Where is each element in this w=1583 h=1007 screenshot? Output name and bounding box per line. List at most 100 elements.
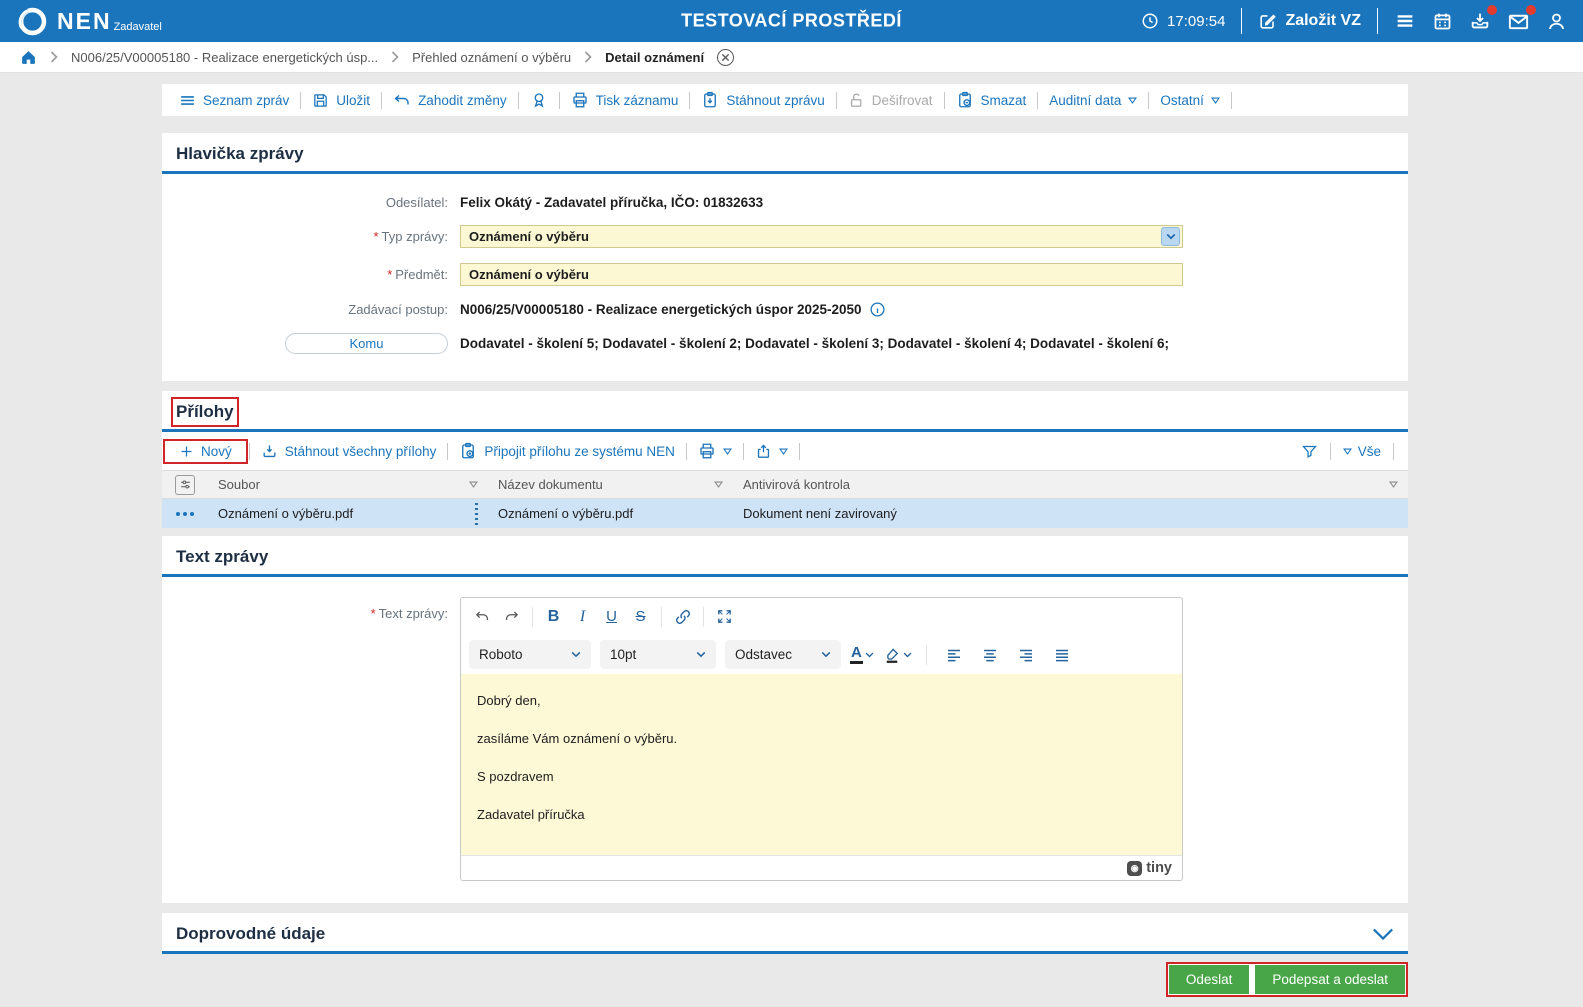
print-attachments-button[interactable] — [687, 442, 743, 460]
breadcrumb-item-procedure[interactable]: N006/25/V00005180 - Realizace energetick… — [71, 50, 378, 65]
divider — [925, 644, 927, 665]
divider — [661, 606, 662, 627]
align-center-icon[interactable] — [977, 641, 1004, 668]
odeslat-button[interactable]: Odeslat — [1168, 965, 1250, 994]
chevron-down-icon[interactable] — [865, 652, 874, 658]
section-title-text-zpravy: Text zprávy — [176, 547, 269, 566]
printer-icon — [698, 442, 716, 460]
messages-button[interactable] — [1507, 4, 1536, 33]
editor-paragraph: S pozdravem — [477, 769, 554, 784]
align-left-icon[interactable] — [941, 641, 968, 668]
column-header-soubor[interactable]: Soubor — [218, 477, 260, 492]
font-size-select[interactable]: 10pt — [600, 640, 716, 669]
strikethrough-icon[interactable]: S — [627, 603, 654, 630]
italic-icon[interactable]: I — [569, 603, 596, 630]
printer-icon — [571, 91, 589, 109]
rich-text-editor: B I U S Roboto 10pt Odstavec A Dobrý den… — [460, 597, 1183, 881]
calendar-button[interactable] — [1432, 11, 1453, 32]
nen-logo[interactable]: NEN Zadavatel — [16, 5, 162, 38]
smazat-button[interactable]: Smazat — [945, 91, 1038, 109]
editor-content[interactable]: Dobrý den, zasíláme Vám oznámení o výběr… — [461, 674, 1182, 855]
undo-icon[interactable] — [469, 603, 496, 630]
auditni-data-button[interactable]: Auditní data — [1038, 93, 1148, 108]
save-icon — [312, 92, 329, 109]
text-color-button[interactable]: A — [850, 645, 874, 664]
divider — [532, 606, 533, 627]
stahnout-vsechny-button[interactable]: Stáhnout všechny přílohy — [250, 443, 448, 460]
field-odesilatel: Odesílatel: Felix Okátý - Zadavatel přír… — [162, 195, 1408, 210]
menu-button[interactable] — [1394, 10, 1416, 32]
typ-zpravy-label: Typ zprávy: — [162, 229, 460, 244]
block-format-select[interactable]: Odstavec — [725, 640, 841, 669]
user-button[interactable] — [1546, 11, 1567, 32]
share-icon — [755, 443, 772, 460]
award-button[interactable] — [519, 91, 559, 109]
row-menu-icon[interactable] — [176, 511, 194, 516]
breadcrumb-item-overview[interactable]: Přehled oznámení o výběru — [412, 50, 571, 65]
caret-down-icon[interactable] — [1389, 481, 1398, 488]
zalozit-vz-button[interactable]: Založit VZ — [1258, 12, 1361, 31]
caret-down-icon[interactable] — [714, 481, 723, 488]
tisk-zaznamu-button[interactable]: Tisk záznamu — [560, 91, 690, 109]
inbox-button[interactable] — [1469, 5, 1497, 32]
divider — [1393, 442, 1394, 460]
calendar-icon — [1432, 11, 1453, 32]
divider — [1377, 8, 1378, 34]
editor-toolbar-2: Roboto 10pt Odstavec A — [461, 635, 1182, 674]
table-row[interactable]: Oznámení o výběru.pdf Oznámení o výběru.… — [162, 499, 1408, 528]
zadavaci-postup-label: Zadávací postup: — [348, 302, 448, 317]
breadcrumb: N006/25/V00005180 - Realizace energetick… — [0, 42, 1583, 73]
tiny-brand[interactable]: ◉ tiny — [1127, 860, 1172, 876]
zahodit-zmeny-button[interactable]: Zahodit změny — [382, 91, 518, 109]
caret-down-icon[interactable] — [469, 481, 478, 488]
filter-vse-button[interactable]: Vše — [1342, 444, 1381, 459]
chevron-down-icon — [696, 651, 706, 658]
divider — [1329, 442, 1331, 460]
font-family-select[interactable]: Roboto — [469, 640, 591, 669]
underline-icon[interactable]: U — [598, 603, 625, 630]
hamburger-icon — [1394, 10, 1416, 32]
sliders-icon[interactable] — [175, 474, 195, 495]
cell-soubor[interactable]: Oznámení o výběru.pdf — [218, 506, 353, 521]
podepsat-a-odeslat-button[interactable]: Podepsat a odeslat — [1255, 965, 1405, 994]
ulozit-button[interactable]: Uložit — [301, 92, 381, 109]
redo-icon[interactable] — [498, 603, 525, 630]
footer-actions: Odeslat Podepsat a odeslat — [162, 962, 1408, 997]
prilohy-toolbar: Nový Stáhnout všechny přílohy Připojit p… — [162, 432, 1408, 470]
typ-zpravy-select[interactable]: Oznámení o výběru — [460, 225, 1183, 248]
stahnout-zpravu-button[interactable]: Stáhnout zprávu — [690, 91, 835, 109]
chevron-down-icon[interactable] — [1372, 927, 1394, 941]
caret-down-icon — [1210, 97, 1220, 104]
highlight-color-button[interactable] — [883, 646, 912, 664]
fullscreen-icon[interactable] — [711, 603, 738, 630]
bold-icon[interactable]: B — [540, 603, 567, 630]
section-doprovodne-udaje: Doprovodné údaje — [162, 913, 1408, 954]
chevron-down-icon[interactable] — [903, 652, 912, 658]
ostatni-button[interactable]: Ostatní — [1149, 93, 1231, 108]
inbox-badge — [1487, 5, 1497, 15]
seznam-zprav-button[interactable]: Seznam zpráv — [168, 92, 300, 109]
column-header-nazev[interactable]: Název dokumentu — [498, 477, 603, 492]
chevron-down-icon[interactable] — [1161, 227, 1180, 246]
pripojit-prilohu-button[interactable]: Připojit přílohu ze systému NEN — [448, 442, 686, 460]
editor-paragraph: Dobrý den, — [477, 693, 541, 708]
info-icon[interactable] — [869, 301, 886, 318]
tiny-logo-icon: ◉ — [1127, 860, 1143, 876]
chevron-right-icon — [391, 51, 399, 63]
download-tray-icon — [261, 443, 278, 460]
odesilatel-value: Felix Okátý - Zadavatel příručka, IČO: 0… — [460, 195, 764, 210]
filter-icon[interactable] — [1301, 443, 1318, 460]
align-right-icon[interactable] — [1013, 641, 1040, 668]
clock: 17:09:54 — [1141, 12, 1225, 30]
predmet-input[interactable] — [460, 263, 1183, 286]
close-circle-icon[interactable] — [717, 48, 735, 66]
link-icon[interactable] — [669, 603, 696, 630]
novy-button[interactable]: Nový — [163, 438, 248, 464]
column-header-antivir[interactable]: Antivirová kontrola — [743, 477, 850, 492]
drag-handle[interactable] — [475, 502, 478, 525]
komu-button[interactable]: Komu — [285, 333, 448, 354]
home-icon[interactable] — [20, 49, 37, 66]
align-justify-icon[interactable] — [1049, 641, 1076, 668]
export-attachments-button[interactable] — [744, 443, 799, 460]
section-title-prilohy: Přílohy — [171, 397, 239, 427]
